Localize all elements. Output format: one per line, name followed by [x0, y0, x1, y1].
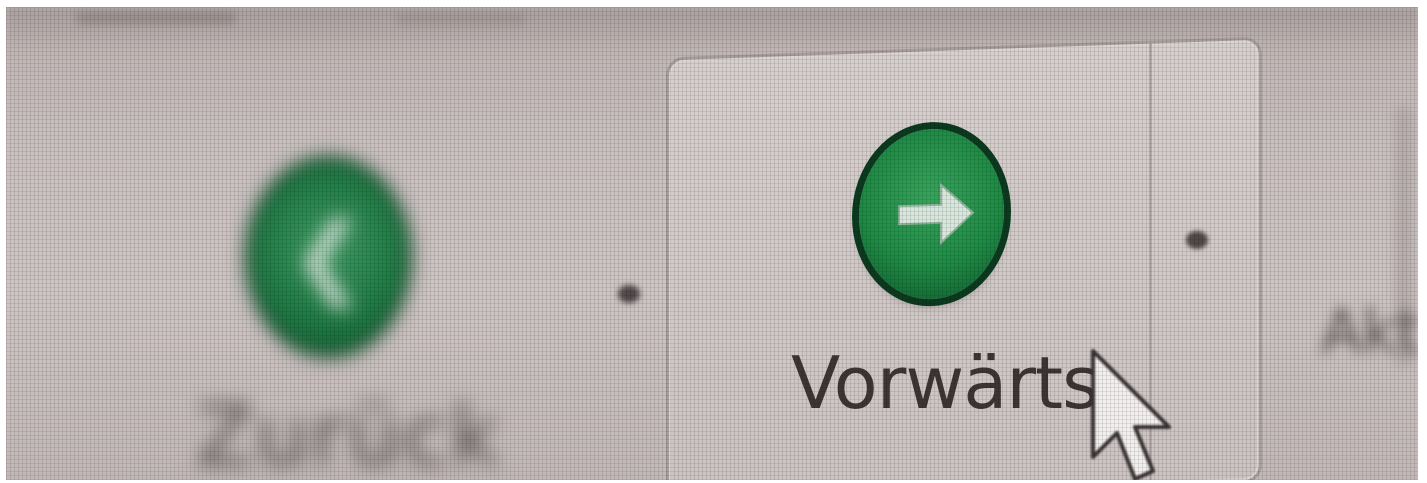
back-button[interactable]: ❮ Zurück — [156, 67, 516, 480]
back-history-dropdown-icon[interactable] — [618, 285, 640, 303]
menu-item-blurred[interactable] — [76, 11, 236, 25]
next-toolbar-button[interactable]: Akt — [1296, 67, 1418, 467]
browser-toolbar: ❮ Zurück Vorwärts Akt — [6, 7, 1418, 480]
menu-item-blurred[interactable] — [396, 13, 526, 25]
arrow-right-icon — [898, 182, 975, 246]
forward-button-label: Vorwärts — [791, 340, 1099, 425]
arrow-left-icon: ❮ — [290, 204, 367, 309]
mouse-pointer-icon — [1091, 349, 1171, 480]
next-toolbar-button-label: Akt — [1321, 297, 1418, 367]
back-button-label: Zurück — [196, 387, 502, 480]
forward-history-dropdown-icon[interactable] — [1186, 231, 1208, 249]
